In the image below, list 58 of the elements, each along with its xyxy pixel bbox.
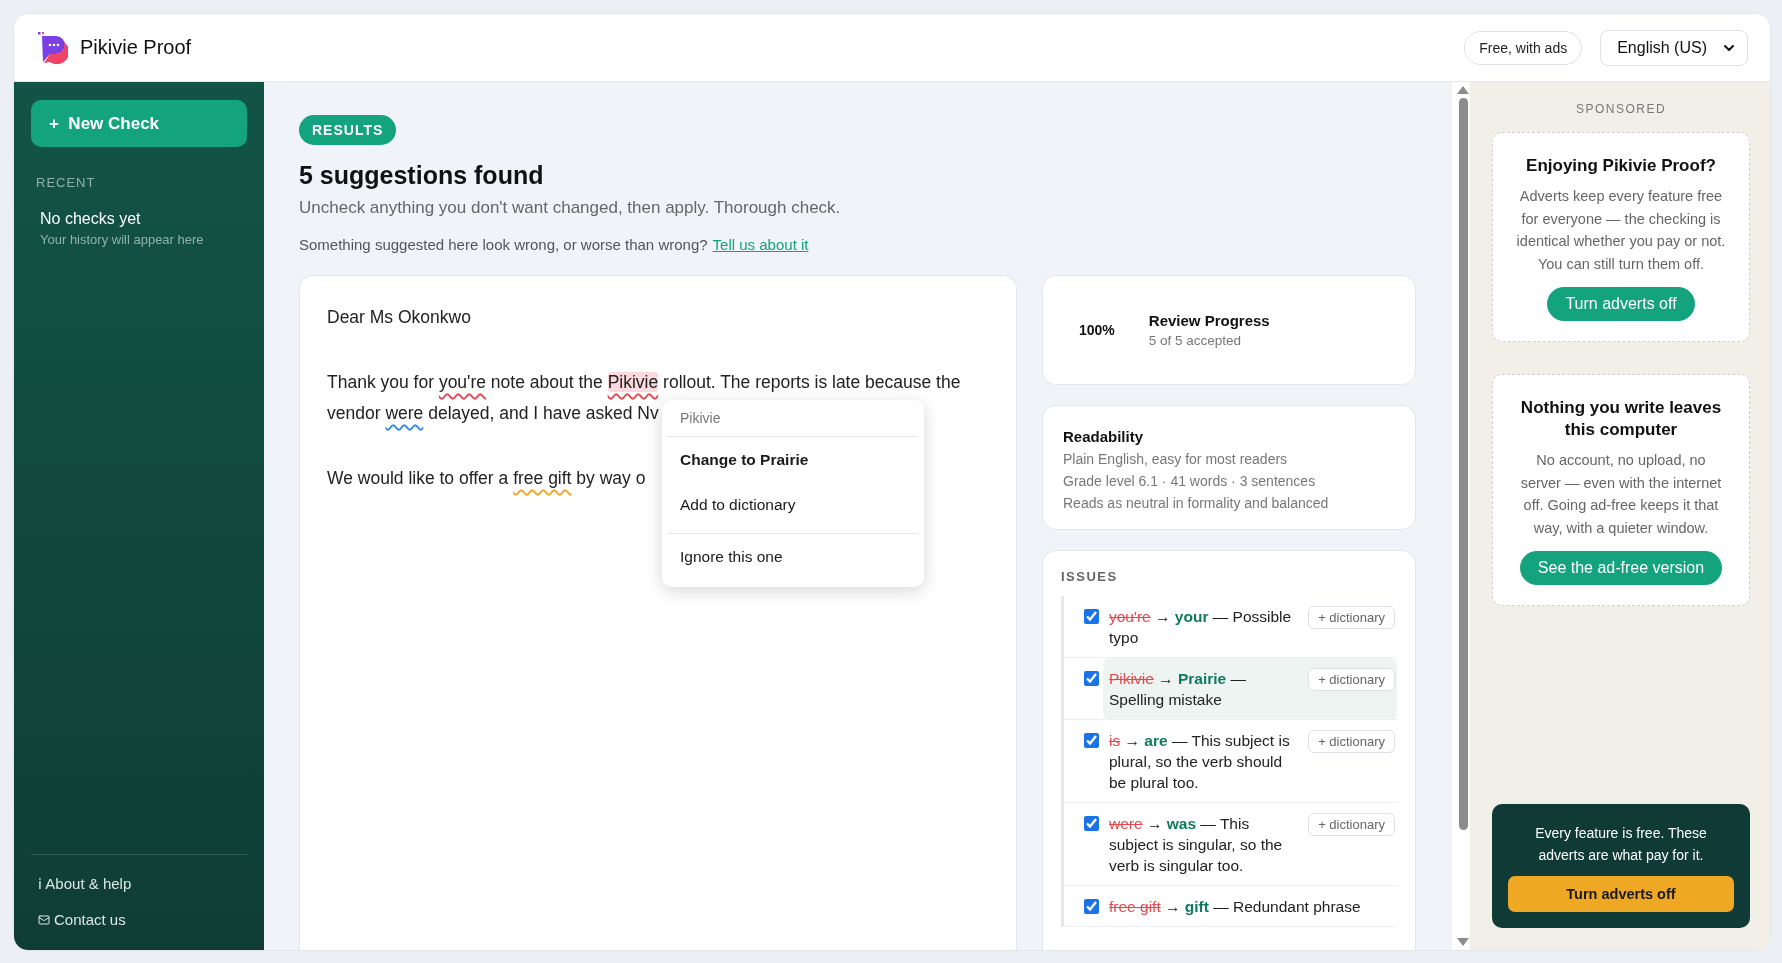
recent-heading: RECENT	[35, 175, 97, 190]
ad-body: Adverts keep every feature free for everyone — the checking is identical whether you pay or not. You can still turn them off.	[1515, 187, 1727, 274]
menu-item[interactable]: Add to dictionary	[668, 482, 918, 527]
contact-link[interactable]: Contact us	[38, 911, 247, 928]
issue-row[interactable]: free gift → gift — Redundant phrase	[1103, 886, 1397, 926]
document-line: Dear Ms Okonkwo	[327, 306, 471, 329]
menu-item[interactable]: Change to Prairie	[668, 437, 918, 482]
readability-title: Readability	[1063, 428, 1145, 445]
sponsored-label: SPONSORED	[1574, 102, 1668, 116]
readability-line: Grade level 6.1 · 41 words · 3 sentences	[1063, 473, 1317, 489]
document-line: vendor were delayed, and I have asked Nv	[327, 402, 659, 425]
ad-body: No account, no upload, no server — even with the internet off. Going ad-free keeps it that way, with a quieter window.	[1519, 451, 1723, 538]
scrollbar-thumb[interactable]	[1458, 98, 1468, 830]
help-link[interactable]: ℹ About & help	[38, 873, 247, 893]
app-name: Pikivie Proof	[80, 36, 192, 59]
issue-checkbox[interactable]	[1084, 609, 1099, 624]
issue-row[interactable]: were → was — This subject is singular, so the verb is singular too. + dictionary	[1103, 803, 1397, 885]
feedback-text: Something suggested here look wrong, or worse than wrong?	[299, 236, 708, 253]
menu-item[interactable]: Ignore this one	[668, 534, 918, 579]
issue-row[interactable]: is → are — This subject is plural, so the verb should be plural too. + dictionary	[1103, 720, 1397, 802]
dictionary-button[interactable]: + dictionary	[1308, 730, 1395, 753]
results-title: 5 suggestions found	[299, 161, 545, 190]
dictionary-button[interactable]: + dictionary	[1308, 606, 1395, 629]
ad-title: Nothing you write leaves this computer	[1519, 397, 1723, 441]
issue-text: is → are — This subject is plural, so the verb should be plural too.	[1109, 731, 1291, 793]
issue-checkbox[interactable]	[1084, 733, 1099, 748]
readability-line: Reads as neutral in formality and balanced	[1063, 495, 1330, 511]
issue-text: Pikivie → Prairie — Spelling mistake	[1109, 669, 1247, 710]
issue-text: were → was — This subject is singular, so the verb is singular too.	[1109, 814, 1284, 876]
ad-title: Enjoying Pikivie Proof?	[1526, 155, 1716, 177]
dictionary-button[interactable]: + dictionary	[1308, 668, 1395, 691]
issue-row[interactable]: Pikivie → Prairie — Spelling mistake + dictionary	[1103, 658, 1397, 719]
document-line: Thank you for you're note about the Pikivie rollout. The reports is late because the	[327, 371, 961, 394]
results-subtitle: Uncheck anything you don't want changed, then apply. Thorough check.	[299, 198, 842, 218]
issue-text: free gift → gift — Redundant phrase	[1109, 897, 1362, 917]
scroll-up-icon[interactable]	[1457, 86, 1469, 94]
issues-heading: ISSUES	[1061, 569, 1119, 584]
scroll-down-icon[interactable]	[1457, 938, 1469, 946]
issue-text: you're → your — Possible typo	[1109, 607, 1293, 648]
language-select[interactable]: English (US)	[1600, 29, 1748, 66]
mail-icon	[38, 913, 50, 926]
progress-percent: 100%	[1079, 322, 1115, 338]
empty-title: No checks yet	[39, 210, 142, 228]
issue-checkbox[interactable]	[1084, 899, 1099, 914]
issue-row[interactable]: you're → your — Possible typo + dictionary	[1103, 596, 1397, 657]
menu-word: Pikivie	[668, 408, 918, 437]
document-line: We would like to offer a free gift by way o	[327, 467, 646, 490]
readability-line: Plain English, easy for most readers	[1063, 451, 1289, 467]
logo-icon	[38, 31, 68, 64]
dictionary-button[interactable]: + dictionary	[1308, 813, 1395, 836]
ad-footer-text: Every feature is free. These adverts are what pay for it.	[1534, 824, 1708, 865]
progress-title: Review Progress	[1148, 312, 1270, 329]
progress-detail: 5 of 5 accepted	[1148, 333, 1243, 348]
empty-hint: Your history will appear here	[39, 232, 205, 247]
issue-checkbox[interactable]	[1084, 671, 1099, 686]
results-badge: RESULTS	[299, 115, 397, 145]
issue-checkbox[interactable]	[1084, 816, 1099, 831]
turn-adverts-off-button[interactable]: Turn adverts off	[1508, 876, 1734, 912]
